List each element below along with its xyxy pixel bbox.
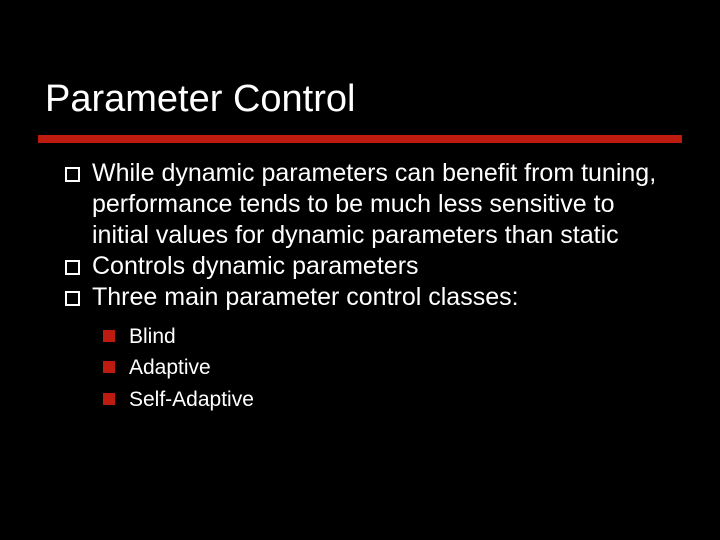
sub-bullet-text: Self-Adaptive bbox=[129, 386, 254, 413]
hollow-square-icon bbox=[65, 260, 80, 275]
sub-bullet-text: Blind bbox=[129, 323, 176, 350]
hollow-square-icon bbox=[65, 167, 80, 182]
sub-bullet-text: Adaptive bbox=[129, 354, 211, 381]
sublist: Blind Adaptive Self-Adaptive bbox=[103, 323, 665, 413]
slide-title: Parameter Control bbox=[45, 78, 355, 121]
bullet-item: Controls dynamic parameters bbox=[65, 251, 665, 282]
bullet-text: While dynamic parameters can benefit fro… bbox=[92, 158, 665, 251]
bullet-item: Three main parameter control classes: bbox=[65, 282, 665, 313]
slide-body: While dynamic parameters can benefit fro… bbox=[65, 158, 665, 417]
sub-bullet-item: Self-Adaptive bbox=[103, 386, 665, 413]
slide: Parameter Control While dynamic paramete… bbox=[0, 0, 720, 540]
bullet-text: Three main parameter control classes: bbox=[92, 282, 519, 313]
bullet-text: Controls dynamic parameters bbox=[92, 251, 419, 282]
bullet-item: While dynamic parameters can benefit fro… bbox=[65, 158, 665, 251]
hollow-square-icon bbox=[65, 291, 80, 306]
filled-square-icon bbox=[103, 361, 115, 373]
sub-bullet-item: Adaptive bbox=[103, 354, 665, 381]
filled-square-icon bbox=[103, 393, 115, 405]
sub-bullet-item: Blind bbox=[103, 323, 665, 350]
title-underline bbox=[38, 135, 682, 143]
filled-square-icon bbox=[103, 330, 115, 342]
